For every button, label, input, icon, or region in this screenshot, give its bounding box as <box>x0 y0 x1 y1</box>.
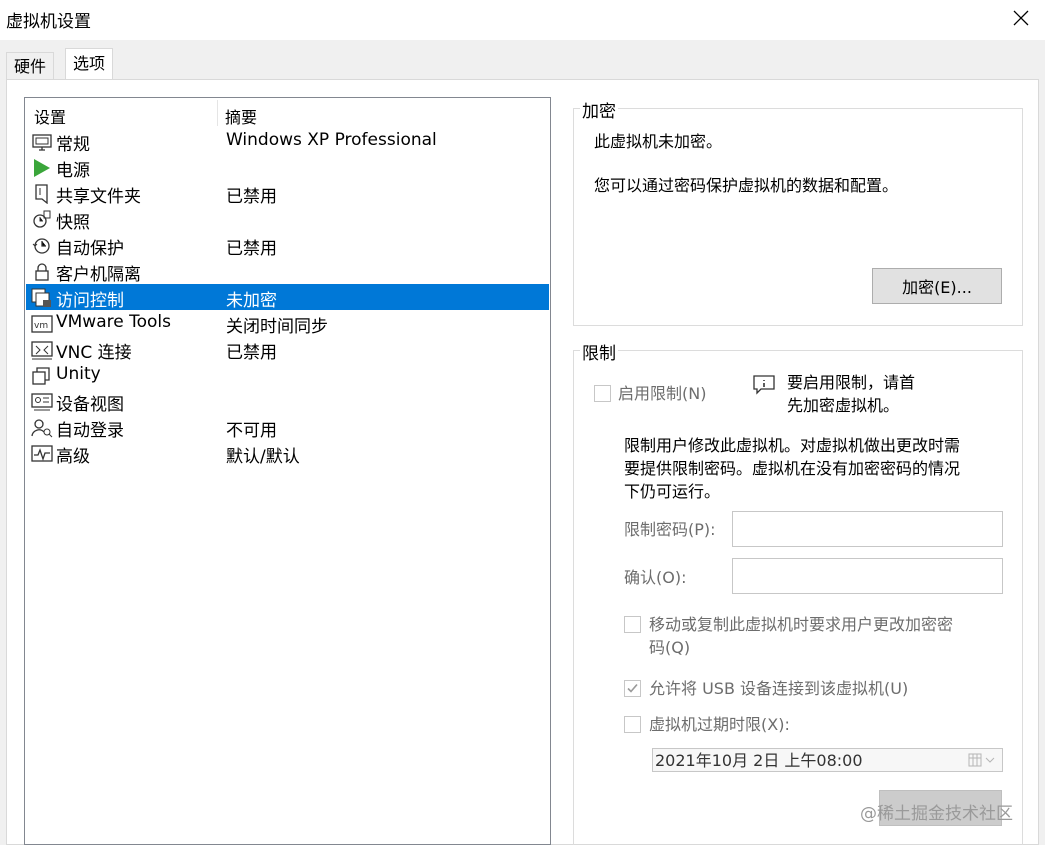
info-icon <box>753 375 775 395</box>
list-item-auto-login[interactable]: 自动登录 不可用 <box>26 414 549 441</box>
encryption-description: 您可以通过密码保护虚拟机的数据和配置。 <box>594 176 899 195</box>
list-item-label: 设备视图 <box>56 395 124 415</box>
snapshot-icon <box>33 210 51 228</box>
list-item-device-view[interactable]: 设备视图 <box>26 388 549 415</box>
settings-list[interactable]: 设置 摘要 常规 Windows XP Professional 电源 共享文件… <box>24 97 551 845</box>
list-item-label: 自动登录 <box>56 421 124 441</box>
list-item-summary: 不可用 <box>226 421 277 441</box>
encryption-group-title: 加密 <box>580 97 618 122</box>
column-divider[interactable] <box>217 100 218 126</box>
list-item-label: 高级 <box>56 447 90 467</box>
list-item-general[interactable]: 常规 Windows XP Professional <box>26 128 549 155</box>
list-item-label: 快照 <box>56 213 90 233</box>
list-item-vmware-tools[interactable]: vm VMware Tools 关闭时间同步 <box>26 310 549 337</box>
encrypt-button[interactable]: 加密(E)... <box>872 268 1002 304</box>
list-item-label: 共享文件夹 <box>56 187 141 207</box>
list-item-unity[interactable]: Unity <box>26 362 549 388</box>
enable-restrictions-label: 启用限制(N) <box>618 384 707 403</box>
list-item-label: 访问控制 <box>56 291 124 311</box>
expire-date-picker[interactable]: 2021年10月 2日 上午08:00 <box>652 748 1003 772</box>
list-item-summary: 默认/默认 <box>226 447 300 467</box>
tab-hardware[interactable]: 硬件 <box>6 52 55 80</box>
confirm-password-input[interactable] <box>732 558 1003 594</box>
restrictions-group-title: 限制 <box>580 339 618 364</box>
move-copy-label-line1: 移动或复制此虚拟机时要求用户更改加密密 <box>649 615 954 634</box>
allow-usb-checkbox[interactable] <box>624 680 641 697</box>
restriction-password-label: 限制密码(P): <box>624 520 716 539</box>
list-item-advanced[interactable]: 高级 默认/默认 <box>26 440 549 467</box>
allow-usb-label: 允许将 USB 设备连接到该虚拟机(U) <box>649 679 909 698</box>
list-item-power[interactable]: 电源 <box>26 154 549 181</box>
restriction-password-input[interactable] <box>732 511 1003 547</box>
column-header-summary[interactable]: 摘要 <box>225 104 257 128</box>
monitor-icon <box>32 134 52 151</box>
unity-icon <box>32 367 50 385</box>
vnc-icon <box>31 341 53 360</box>
restrictions-info-line1: 要启用限制，请首 <box>787 373 916 392</box>
list-item-label: 自动保护 <box>56 239 124 259</box>
list-item-summary: 未加密 <box>226 291 277 311</box>
confirm-password-label: 确认(O): <box>624 568 687 587</box>
move-copy-label-line2: 码(Q) <box>649 638 691 657</box>
watermark-text: @稀土掘金技术社区 <box>860 804 1013 824</box>
tab-options[interactable]: 选项 <box>65 48 114 80</box>
power-play-icon <box>34 159 50 177</box>
advanced-icon <box>31 445 53 462</box>
window-title: 虚拟机设置 <box>6 12 91 32</box>
shared-folder-icon <box>35 184 48 204</box>
list-item-summary: 关闭时间同步 <box>226 317 328 337</box>
list-item-label: Unity <box>56 364 101 384</box>
clock-icon <box>32 238 50 254</box>
list-item-summary: 已禁用 <box>226 343 277 363</box>
list-item-guest-isolation[interactable]: 客户机隔离 <box>26 258 549 285</box>
list-item-autoprotect[interactable]: 自动保护 已禁用 <box>26 232 549 259</box>
column-header-setting[interactable]: 设置 <box>34 104 66 128</box>
close-icon <box>1013 10 1029 26</box>
expire-checkbox[interactable] <box>624 716 641 733</box>
expire-date-value: 2021年10月 2日 上午08:00 <box>655 751 863 770</box>
list-item-label: 电源 <box>56 161 90 181</box>
list-item-vnc[interactable]: VNC 连接 已禁用 <box>26 336 549 363</box>
tab-strip: 硬件 选项 <box>0 40 1045 80</box>
vm-icon: vm <box>31 315 53 333</box>
list-item-access-control[interactable]: 访问控制 未加密 <box>26 284 549 311</box>
restrictions-desc-line2: 要提供限制密码。虚拟机在没有加密密码的情况 <box>624 459 961 478</box>
move-copy-checkbox[interactable] <box>624 616 641 633</box>
list-item-summary: 已禁用 <box>226 187 277 207</box>
device-view-icon <box>31 393 53 411</box>
close-button[interactable] <box>1003 2 1039 34</box>
list-item-snapshots[interactable]: 快照 <box>26 206 549 233</box>
lock-icon <box>35 263 49 281</box>
svg-text:vm: vm <box>34 321 48 331</box>
list-item-label: 常规 <box>56 135 90 155</box>
list-item-summary: 已禁用 <box>226 239 277 259</box>
encryption-status: 此虚拟机未加密。 <box>594 132 723 151</box>
access-control-icon <box>31 288 51 307</box>
list-item-label: VMware Tools <box>56 312 171 332</box>
auto-login-icon <box>31 419 53 438</box>
restrictions-info-line2: 先加密虚拟机。 <box>787 396 900 415</box>
checkmark-icon <box>627 683 638 693</box>
enable-restrictions-checkbox[interactable] <box>594 385 611 402</box>
list-item-label: 客户机隔离 <box>56 265 141 285</box>
list-item-shared-folders[interactable]: 共享文件夹 已禁用 <box>26 180 549 207</box>
calendar-dropdown-icon[interactable] <box>968 753 998 767</box>
list-item-label: VNC 连接 <box>56 343 132 363</box>
expire-label: 虚拟机过期时限(X): <box>649 715 790 734</box>
list-item-summary: Windows XP Professional <box>226 130 437 150</box>
restrictions-desc-line1: 限制用户修改此虚拟机。对虚拟机做出更改时需 <box>624 436 961 455</box>
title-bar: 虚拟机设置 <box>0 0 1045 40</box>
restrictions-desc-line3: 下仍可运行。 <box>624 482 721 501</box>
